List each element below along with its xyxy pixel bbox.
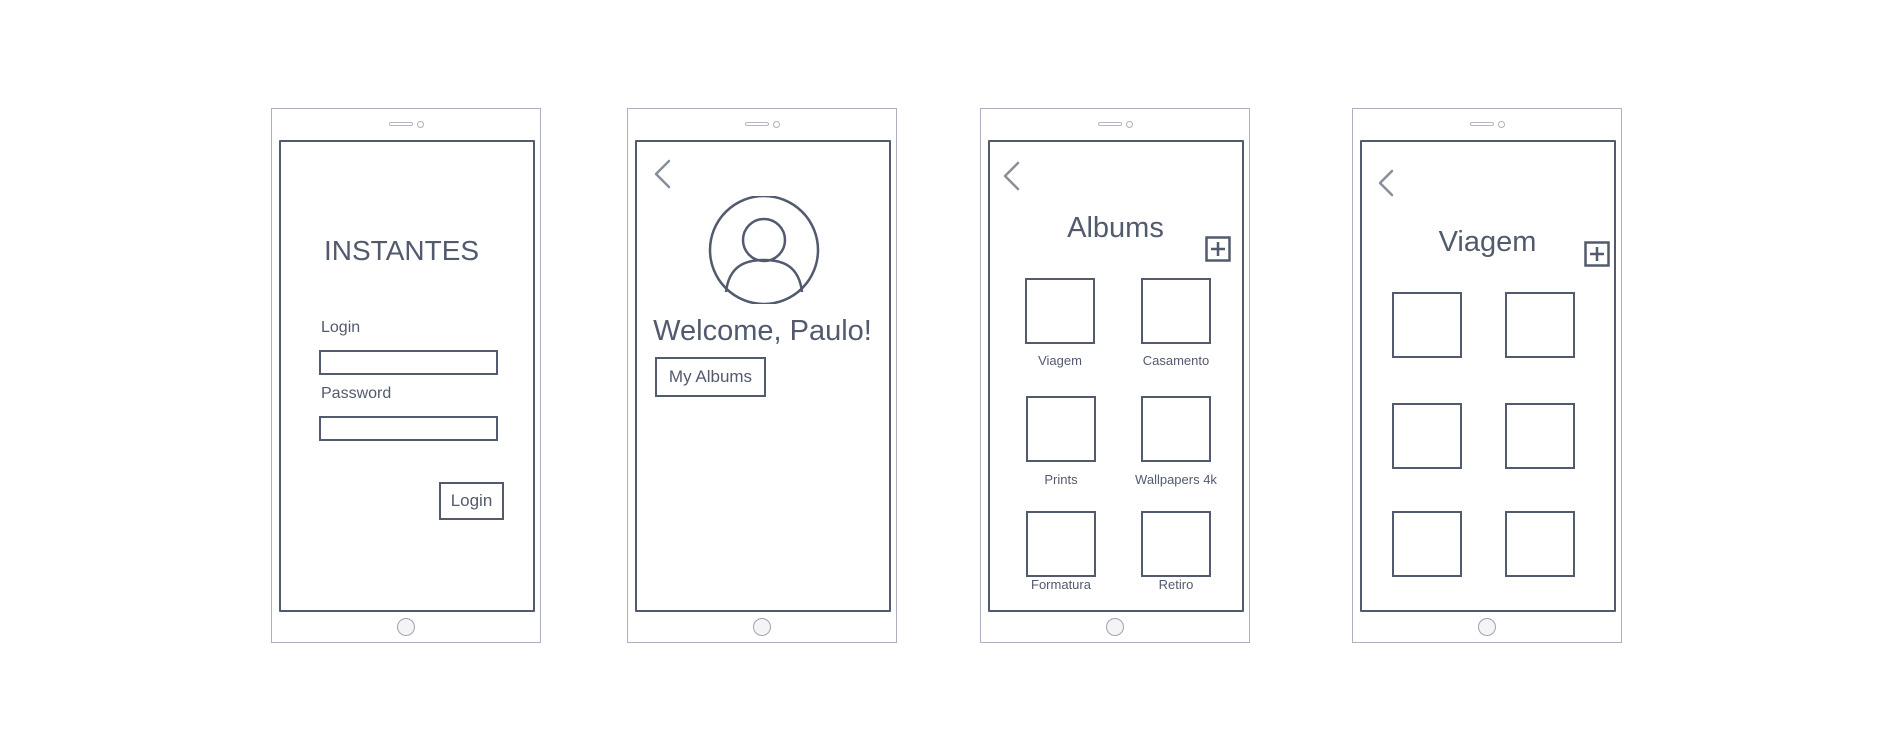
phone-camera xyxy=(417,121,424,128)
login-input[interactable] xyxy=(319,350,498,375)
welcome-screen: Welcome, Paulo! My Albums xyxy=(635,140,891,612)
plus-square-icon[interactable] xyxy=(1205,236,1231,262)
album-name: Viagem xyxy=(1038,353,1082,368)
phone-welcome: Welcome, Paulo! My Albums xyxy=(627,108,897,643)
photo-thumbnail[interactable] xyxy=(1392,511,1462,577)
back-arrow-icon[interactable] xyxy=(1376,168,1396,198)
phone-home-button[interactable] xyxy=(753,618,771,636)
plus-square-icon[interactable] xyxy=(1584,241,1610,267)
phone-camera xyxy=(773,121,780,128)
album-thumbnail[interactable] xyxy=(1141,396,1211,462)
phone-speaker xyxy=(389,122,413,126)
photo-thumbnail[interactable] xyxy=(1505,403,1575,469)
back-arrow-icon[interactable] xyxy=(1000,160,1022,192)
album-thumbnail[interactable] xyxy=(1025,278,1095,344)
phone-album-detail: Viagem xyxy=(1352,108,1622,643)
welcome-greeting: Welcome, Paulo! xyxy=(653,315,872,347)
phone-speaker xyxy=(745,122,769,126)
albums-screen: Albums Viagem Casamento Prints Wallpaper… xyxy=(988,140,1244,612)
phone-camera xyxy=(1126,121,1133,128)
album-detail-screen: Viagem xyxy=(1360,140,1616,612)
album-name: Retiro xyxy=(1158,577,1194,592)
phone-home-button[interactable] xyxy=(397,618,415,636)
password-label: Password xyxy=(321,385,392,402)
login-button[interactable]: Login xyxy=(439,482,504,520)
phone-speaker xyxy=(1098,122,1122,126)
phone-speaker xyxy=(1470,122,1494,126)
phone-camera xyxy=(1498,121,1505,128)
photo-thumbnail[interactable] xyxy=(1392,403,1462,469)
wireframe-canvas: INSTANTES Login Password Login Welcome, … xyxy=(0,0,1894,750)
back-arrow-icon[interactable] xyxy=(651,158,673,190)
login-screen: INSTANTES Login Password Login xyxy=(279,140,535,612)
my-albums-button[interactable]: My Albums xyxy=(655,357,766,397)
album-name: Wallpapers 4k xyxy=(1135,472,1217,487)
photo-thumbnail[interactable] xyxy=(1392,292,1462,358)
photo-thumbnail[interactable] xyxy=(1505,511,1575,577)
phone-albums: Albums Viagem Casamento Prints Wallpaper… xyxy=(980,108,1250,643)
album-thumbnail[interactable] xyxy=(1026,396,1096,462)
user-avatar-icon xyxy=(708,196,820,304)
photo-thumbnail[interactable] xyxy=(1505,292,1575,358)
albums-title: Albums xyxy=(1067,212,1164,244)
album-name: Prints xyxy=(1044,472,1078,487)
album-detail-title: Viagem xyxy=(1438,226,1537,258)
app-title: INSTANTES xyxy=(324,235,480,266)
album-thumbnail[interactable] xyxy=(1141,278,1211,344)
login-label: Login xyxy=(321,319,361,336)
phone-home-button[interactable] xyxy=(1478,618,1496,636)
album-thumbnail[interactable] xyxy=(1026,511,1096,577)
phone-login: INSTANTES Login Password Login xyxy=(271,108,541,643)
album-name: Casamento xyxy=(1142,353,1210,368)
phone-home-button[interactable] xyxy=(1106,618,1124,636)
album-thumbnail[interactable] xyxy=(1141,511,1211,577)
album-name: Formatura xyxy=(1031,577,1091,592)
password-input[interactable] xyxy=(319,416,498,441)
